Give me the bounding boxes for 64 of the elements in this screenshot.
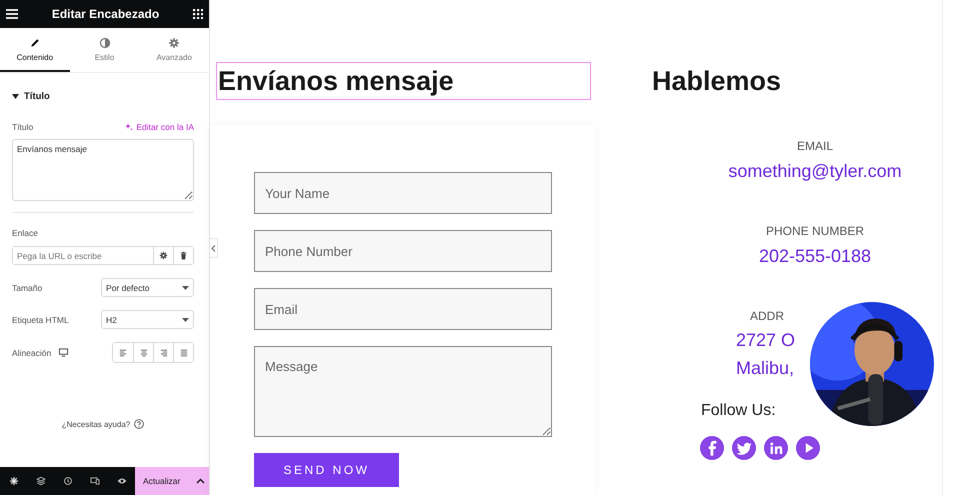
- html-tag-dropdown[interactable]: H2: [101, 310, 194, 329]
- chevron-left-icon: [211, 244, 216, 252]
- field-label: Tamaño: [12, 282, 42, 292]
- twitter-icon[interactable]: [732, 436, 756, 460]
- desktop-icon[interactable]: [59, 348, 68, 357]
- gear-icon[interactable]: [8, 476, 18, 486]
- grid-icon[interactable]: [193, 9, 203, 19]
- panel-tab[interactable]: Estilo: [70, 28, 140, 72]
- form-input-field[interactable]: Email: [254, 288, 552, 330]
- ai-edit-link[interactable]: Editar con la IA: [136, 122, 194, 132]
- caret-icon: [182, 286, 189, 290]
- contact-label: PHONE NUMBER: [766, 224, 864, 238]
- size-dropdown[interactable]: Por defecto: [101, 278, 194, 297]
- eye-icon[interactable]: [116, 476, 126, 486]
- trash-icon: [179, 251, 188, 260]
- panel-tab[interactable]: Avanzado: [139, 28, 210, 72]
- layers-icon[interactable]: [36, 476, 46, 486]
- update-button[interactable]: Actualizar: [135, 467, 209, 495]
- send-button[interactable]: SEND NOW: [254, 453, 399, 487]
- form-input-field[interactable]: Phone Number: [254, 230, 552, 272]
- collapse-handle[interactable]: [210, 238, 218, 258]
- follow-label: Follow Us:: [701, 402, 777, 420]
- caret-icon: [182, 318, 189, 322]
- title-field[interactable]: Envíanos mensaje: [12, 139, 194, 201]
- sparkle-icon[interactable]: [125, 123, 134, 131]
- field-label: Alineación: [12, 348, 52, 358]
- message-field[interactable]: Message: [254, 346, 552, 437]
- link-field[interactable]: Pega la URL o escribe: [12, 246, 194, 265]
- contact-value[interactable]: Malibu,: [736, 354, 794, 382]
- linkedin-icon[interactable]: [764, 436, 788, 460]
- section-toggle[interactable]: Título: [12, 91, 50, 102]
- pencil-icon: [28, 36, 41, 48]
- help-link[interactable]: ¿Necesitas ayuda?: [62, 420, 130, 428]
- form-heading: Envíanos mensaje: [216, 62, 591, 100]
- devices-icon[interactable]: [90, 476, 100, 486]
- question-icon[interactable]: [134, 419, 144, 429]
- contact-value[interactable]: 202-555-0188: [758, 244, 872, 268]
- field-label: Enlace: [12, 228, 38, 238]
- align-center-icon: [138, 348, 148, 358]
- menu-icon[interactable]: [6, 9, 18, 19]
- align-left-icon: [118, 348, 128, 358]
- alignment-control[interactable]: [112, 342, 194, 363]
- panel-tab[interactable]: Contenido: [0, 28, 70, 72]
- history-icon[interactable]: [62, 476, 72, 486]
- align-justify-icon: [178, 348, 188, 358]
- contrast-icon: [98, 36, 110, 48]
- contact-value[interactable]: 2727 O: [736, 326, 796, 354]
- align-button[interactable]: [173, 343, 193, 362]
- contact-value[interactable]: something@tyler.com: [728, 159, 902, 183]
- chevron-up-icon: [196, 478, 205, 484]
- gear-icon: [159, 251, 168, 260]
- gear-icon: [168, 36, 180, 48]
- delete-button[interactable]: [173, 247, 193, 264]
- field-label: Etiqueta HTML: [12, 314, 69, 324]
- contact-heading: Hablemos: [652, 66, 782, 97]
- contact-label: ADDR: [750, 309, 784, 323]
- caret-icon: [12, 94, 19, 99]
- align-right-icon: [158, 348, 168, 358]
- field-label: Título: [12, 122, 34, 132]
- contact-label: EMAIL: [796, 139, 833, 153]
- play-icon[interactable]: [796, 436, 820, 460]
- facebook-icon[interactable]: [700, 436, 724, 460]
- form-input-field[interactable]: Your Name: [254, 172, 552, 214]
- panel-title: Editar Encabezado: [52, 7, 160, 21]
